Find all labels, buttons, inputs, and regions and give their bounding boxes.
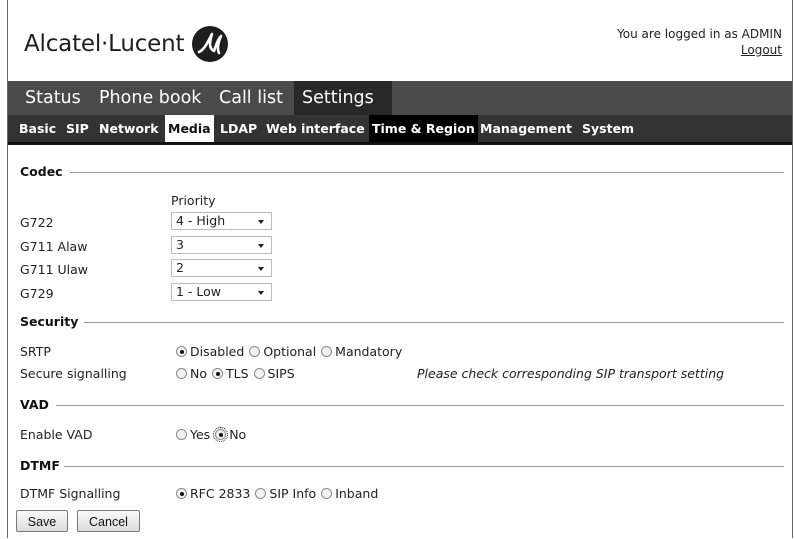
dtmf-signalling-radio-group: RFC 2833 SIP Info Inband: [176, 486, 383, 501]
dtmf-inband-radio[interactable]: [321, 488, 333, 499]
enable-vad-radio-group: Yes No: [176, 427, 251, 442]
radio-label: SIPS: [267, 366, 295, 381]
tab-media[interactable]: Media: [165, 115, 214, 142]
srtp-optional-radio[interactable]: [249, 346, 261, 357]
main-nav-phone-book[interactable]: Phone book: [99, 81, 201, 115]
main-nav: Status Phone book Call list Settings: [8, 81, 792, 115]
dropdown-arrow-icon: [258, 267, 264, 271]
dtmf-signalling-label: DTMF Signalling: [20, 486, 121, 501]
section-divider: [84, 322, 784, 323]
enable-vad-label: Enable VAD: [20, 427, 93, 442]
sip-transport-note: Please check corresponding SIP transport…: [417, 366, 725, 381]
logout-link[interactable]: Logout: [741, 43, 782, 57]
section-divider: [56, 405, 784, 406]
save-button[interactable]: Save: [16, 510, 68, 532]
cancel-button[interactable]: Cancel: [77, 510, 140, 532]
dropdown-arrow-icon: [258, 244, 264, 248]
section-title-security: Security: [20, 314, 79, 329]
section-title-vad: VAD: [20, 397, 49, 412]
radio-label: Disabled: [190, 344, 245, 359]
codec-label-g722: G722: [20, 215, 54, 230]
tab-basic[interactable]: Basic: [19, 115, 56, 142]
secure-signalling-radio-group: No TLS SIPS: [176, 366, 300, 381]
tab-network[interactable]: Network: [99, 115, 159, 142]
dtmf-rfc2833-radio[interactable]: [176, 488, 187, 499]
main-nav-call-list[interactable]: Call list: [219, 81, 283, 115]
codec-label-g729: G729: [20, 286, 54, 301]
sub-nav: Basic SIP Network Media LDAP Web interfa…: [8, 115, 792, 145]
secure-signalling-no-radio[interactable]: [176, 368, 187, 379]
select-value: 2: [176, 260, 184, 275]
select-value: 1 - Low: [176, 284, 222, 299]
logo: Alcatel·Lucent: [24, 22, 230, 66]
secure-signalling-tls-radio[interactable]: [212, 368, 223, 379]
logged-in-text: You are logged in as ADMIN: [617, 27, 782, 41]
tab-management[interactable]: Management: [480, 115, 572, 142]
secure-signalling-label: Secure signalling: [20, 366, 127, 381]
radio-label: Inband: [335, 486, 379, 501]
section-title-dtmf: DTMF: [20, 458, 60, 473]
radio-label: Yes: [190, 427, 211, 442]
tab-ldap[interactable]: LDAP: [220, 115, 257, 142]
secure-signalling-sips-radio[interactable]: [253, 368, 265, 379]
dropdown-arrow-icon: [258, 220, 264, 224]
dtmf-sip-info-radio[interactable]: [255, 488, 267, 499]
tab-system[interactable]: System: [582, 115, 634, 142]
select-value: 4 - High: [176, 213, 226, 228]
priority-select-g711-alaw[interactable]: 3: [171, 236, 272, 254]
tab-sip[interactable]: SIP: [66, 115, 89, 142]
srtp-mandatory-radio[interactable]: [321, 346, 333, 357]
section-title-codec: Codec: [20, 164, 63, 179]
codec-label-g711-alaw: G711 Alaw: [20, 239, 88, 254]
codec-label-g711-ulaw: G711 Ulaw: [20, 262, 89, 277]
radio-label: No: [229, 427, 247, 442]
radio-label: Mandatory: [335, 344, 403, 359]
header: Alcatel·Lucent You are logged in as ADMI…: [8, 0, 792, 81]
tab-time-region[interactable]: Time & Region: [369, 115, 478, 142]
priority-select-g729[interactable]: 1 - Low: [171, 283, 272, 301]
section-divider: [64, 466, 784, 467]
vad-yes-radio[interactable]: [176, 429, 187, 440]
main-nav-status[interactable]: Status: [25, 81, 81, 115]
priority-select-g722[interactable]: 4 - High: [171, 212, 272, 230]
vad-no-radio[interactable]: [213, 427, 229, 442]
priority-header: Priority: [171, 193, 216, 208]
srtp-radio-group: Disabled Optional Mandatory: [176, 344, 407, 359]
tab-web-interface[interactable]: Web interface: [266, 115, 365, 142]
radio-label: Optional: [263, 344, 317, 359]
login-info: You are logged in as ADMIN Logout: [617, 26, 782, 58]
priority-select-g711-ulaw[interactable]: 2: [171, 259, 272, 277]
radio-label: SIP Info: [269, 486, 317, 501]
srtp-label: SRTP: [20, 344, 51, 359]
select-value: 3: [176, 237, 184, 252]
logo-text: Alcatel·Lucent: [24, 31, 185, 57]
radio-label: No: [190, 366, 207, 381]
radio-label: TLS: [226, 366, 249, 381]
srtp-disabled-radio[interactable]: [176, 346, 187, 357]
dropdown-arrow-icon: [258, 291, 264, 295]
radio-label: RFC 2833: [190, 486, 251, 501]
alcatel-lucent-logo-icon: [192, 26, 229, 62]
section-divider: [70, 172, 784, 173]
main-nav-settings[interactable]: Settings: [302, 81, 374, 115]
